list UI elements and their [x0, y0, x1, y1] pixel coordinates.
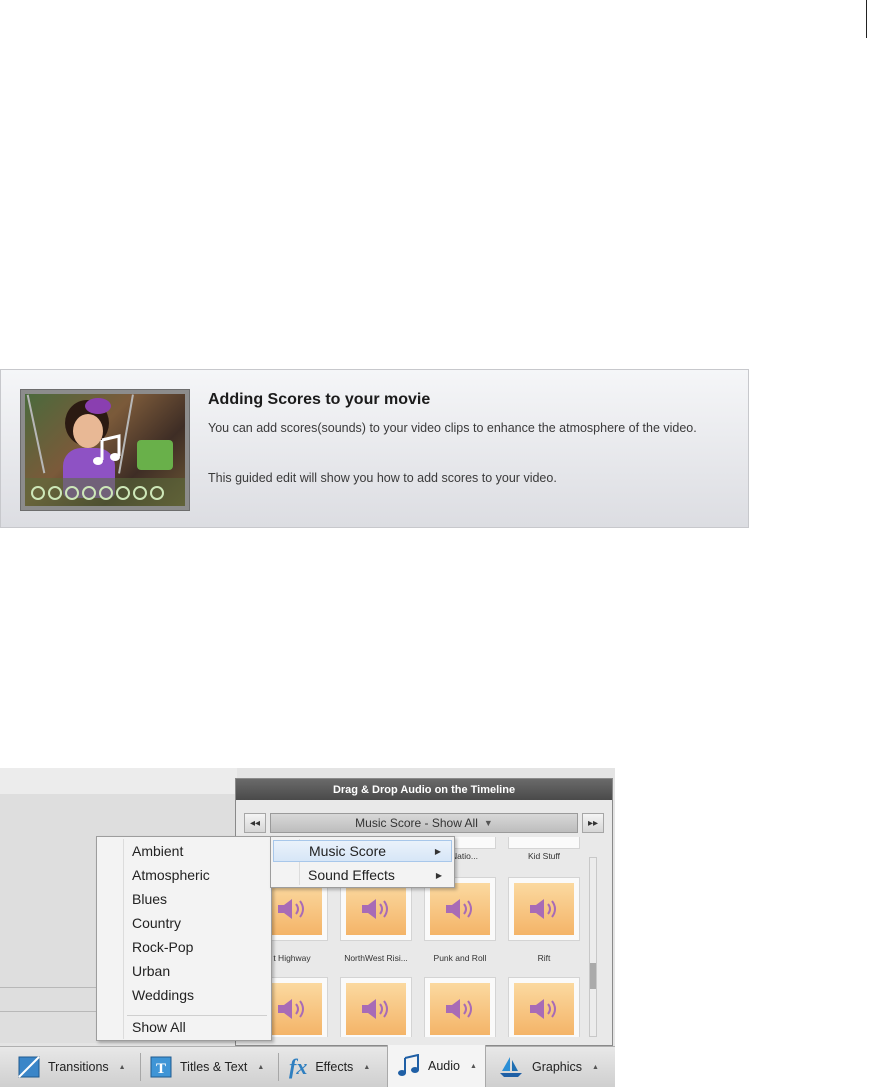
- tab-audio[interactable]: Audio ▲: [387, 1045, 486, 1087]
- chevron-up-icon: ▲: [363, 1063, 371, 1071]
- photo-bucket: [137, 440, 173, 470]
- speaker-icon: [530, 899, 556, 919]
- svg-text:T: T: [156, 1061, 166, 1077]
- next-category-button[interactable]: ▸▸: [582, 813, 604, 833]
- speaker-icon: [278, 899, 304, 919]
- tab-titles-text[interactable]: T Titles & Text ▲: [150, 1047, 264, 1087]
- chevron-up-icon: ▲: [469, 1062, 477, 1070]
- guided-edit-description: You can add scores(sounds) to your video…: [208, 421, 697, 435]
- swing-chain: [26, 394, 46, 474]
- menu-item-ambient[interactable]: Ambient: [132, 843, 183, 859]
- tab-label: Effects: [315, 1060, 354, 1074]
- thumbnail-photo: [25, 394, 185, 506]
- chevron-right-icon: ▶: [435, 870, 442, 880]
- audio-workspace: Drag & Drop Audio on the Timeline ◂◂ Mus…: [0, 768, 615, 1087]
- tile-grid-scrollbar[interactable]: [589, 857, 597, 1037]
- speaker-icon: [446, 999, 472, 1019]
- fx-icon: fx: [289, 1054, 308, 1079]
- audio-tile-label: Rift: [537, 953, 551, 963]
- tab-label: Graphics: [532, 1060, 583, 1074]
- tab-graphics[interactable]: Graphics ▲: [498, 1047, 599, 1087]
- guided-edit-card[interactable]: Adding Scores to your movie You can add …: [0, 369, 749, 528]
- tab-transitions[interactable]: Transitions ▲: [18, 1047, 126, 1087]
- menu-separator: [127, 1015, 267, 1016]
- menu-item-weddings[interactable]: Weddings: [132, 987, 194, 1003]
- menu-gutter: [123, 839, 124, 1039]
- chevron-up-icon: ▲: [592, 1063, 599, 1071]
- chevron-up-icon: ▲: [118, 1063, 126, 1071]
- menu-item-label: Sound Effects: [308, 867, 395, 883]
- menu-item-sound-effects[interactable]: Sound Effects ▶: [273, 864, 452, 886]
- scrollbar-thumb[interactable]: [590, 963, 596, 989]
- tab-label: Audio: [428, 1059, 460, 1073]
- transitions-icon: [18, 1056, 40, 1078]
- chevron-right-icon: ▶: [434, 846, 441, 856]
- tab-label: Titles & Text: [180, 1060, 248, 1074]
- menu-item-music-score[interactable]: Music Score ▶: [273, 840, 452, 862]
- workspace-top-strip: [0, 768, 237, 795]
- bottom-tab-bar: Transitions ▲ T Titles & Text ▲ fx Effec…: [0, 1045, 615, 1087]
- audio-tile[interactable]: [340, 977, 412, 1037]
- sailboat-icon: [500, 1057, 522, 1077]
- audio-tile[interactable]: [424, 977, 496, 1037]
- music-note-icon: [398, 1054, 419, 1076]
- speaker-icon: [446, 899, 472, 919]
- menu-item-rock-pop[interactable]: Rock-Pop: [132, 939, 193, 955]
- menu-item-country[interactable]: Country: [132, 915, 181, 931]
- category-dropdown[interactable]: Music Score - Show All ▼: [270, 813, 578, 833]
- menu-item-urban[interactable]: Urban: [132, 963, 170, 979]
- waveform-rings: [31, 486, 164, 500]
- chevron-up-icon: ▲: [257, 1063, 265, 1071]
- speaker-icon: [362, 999, 388, 1019]
- menu-item-atmospheric[interactable]: Atmospheric: [132, 867, 210, 883]
- music-note-icon: [93, 434, 121, 465]
- guided-edit-thumbnail: [20, 389, 190, 511]
- audio-type-menu: Music Score ▶ Sound Effects ▶: [270, 836, 455, 888]
- menu-item-blues[interactable]: Blues: [132, 891, 167, 907]
- page-edge-mark: [866, 0, 867, 38]
- divider: [0, 987, 100, 988]
- category-selected: Music Score - Show All: [355, 816, 478, 830]
- genre-submenu: Ambient Atmospheric Blues Country Rock-P…: [96, 836, 272, 1041]
- tab-separator: [278, 1053, 279, 1081]
- audio-tile[interactable]: [508, 877, 580, 941]
- audio-tile-label: Punk and Roll: [433, 953, 487, 963]
- audio-panel-header: Drag & Drop Audio on the Timeline: [236, 779, 612, 800]
- speaker-icon: [362, 899, 388, 919]
- menu-item-show-all[interactable]: Show All: [132, 1019, 186, 1035]
- speaker-icon: [278, 999, 304, 1019]
- audio-tile-label: NorthWest Risi...: [344, 953, 408, 963]
- tab-separator: [140, 1053, 141, 1081]
- tab-label: Transitions: [48, 1060, 109, 1074]
- audio-tile[interactable]: [508, 977, 580, 1037]
- audio-tile-label: Kid Stuff: [528, 851, 560, 861]
- audio-panel: Drag & Drop Audio on the Timeline ◂◂ Mus…: [235, 778, 613, 1046]
- menu-item-label: Music Score: [309, 843, 387, 859]
- guided-edit-title: Adding Scores to your movie: [208, 391, 431, 408]
- tab-effects[interactable]: fx Effects ▲: [289, 1047, 370, 1087]
- chevron-down-icon: ▼: [483, 818, 493, 828]
- category-nav: ◂◂ Music Score - Show All ▼ ▸▸: [244, 813, 604, 833]
- speaker-icon: [530, 999, 556, 1019]
- titles-icon: T: [150, 1056, 172, 1078]
- divider: [0, 1011, 100, 1012]
- guided-edit-note: This guided edit will show you how to ad…: [208, 471, 557, 485]
- audio-tile[interactable]: [508, 837, 580, 849]
- previous-category-button[interactable]: ◂◂: [244, 813, 266, 833]
